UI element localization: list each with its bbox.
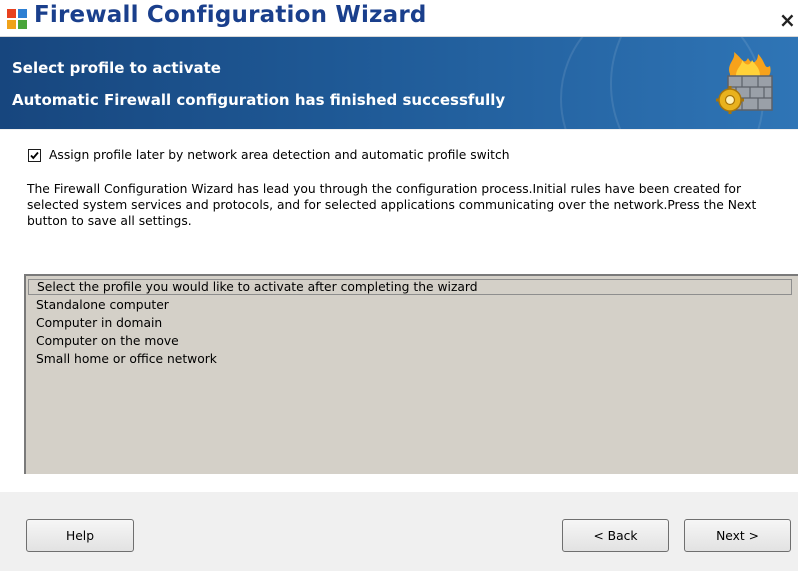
next-button[interactable]: Next > bbox=[684, 519, 791, 552]
firewall-wall-gear-icon bbox=[714, 52, 780, 114]
wizard-banner: Select profile to activate Automatic Fir… bbox=[0, 37, 798, 129]
profile-listbox[interactable]: Select the profile you would like to act… bbox=[24, 274, 798, 474]
profile-list-header: Select the profile you would like to act… bbox=[28, 279, 792, 295]
profile-option-on-the-move[interactable]: Computer on the move bbox=[36, 332, 179, 350]
wizard-description: The Firewall Configuration Wizard has le… bbox=[27, 182, 757, 228]
banner-heading: Select profile to activate bbox=[12, 59, 221, 77]
assign-later-option[interactable]: Assign profile later by network area det… bbox=[28, 147, 510, 163]
profile-option-standalone[interactable]: Standalone computer bbox=[36, 296, 169, 314]
close-button[interactable]: × bbox=[779, 10, 796, 30]
title-bar: Firewall Configuration Wizard × bbox=[0, 0, 798, 37]
profile-option-home-office[interactable]: Small home or office network bbox=[36, 350, 217, 368]
banner-subheading: Automatic Firewall configuration has fin… bbox=[12, 91, 506, 109]
assign-later-checkbox[interactable] bbox=[28, 148, 41, 162]
profile-option-domain[interactable]: Computer in domain bbox=[36, 314, 162, 332]
firewall-app-icon bbox=[6, 8, 28, 30]
wizard-content: Assign profile later by network area det… bbox=[0, 130, 798, 492]
help-button[interactable]: Help bbox=[26, 519, 134, 552]
assign-later-label[interactable]: Assign profile later by network area det… bbox=[49, 148, 510, 162]
window-title: Firewall Configuration Wizard bbox=[34, 2, 427, 28]
back-button[interactable]: < Back bbox=[562, 519, 669, 552]
wizard-footer: Help < Back Next > bbox=[0, 492, 798, 571]
